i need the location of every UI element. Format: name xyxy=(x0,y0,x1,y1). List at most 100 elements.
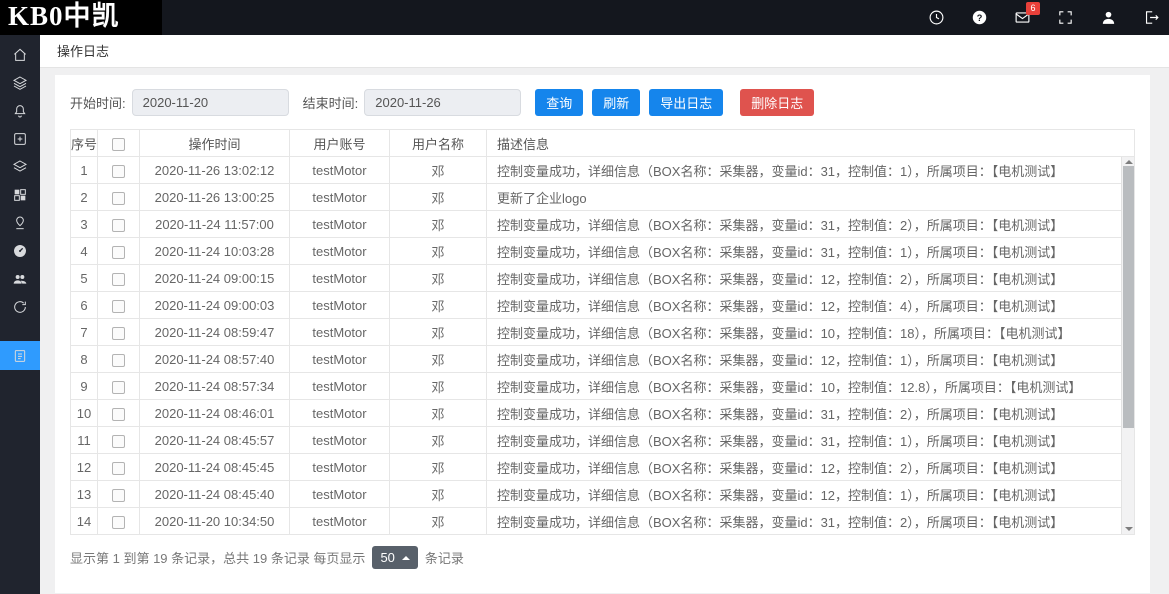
row-desc: 控制变量成功，详细信息（BOX名称：采集器，变量id：31，控制值：1），所属项… xyxy=(487,238,1135,265)
row-desc: 控制变量成功，详细信息（BOX名称：采集器，变量id：12，控制值：4），所属项… xyxy=(487,292,1135,319)
row-index: 3 xyxy=(71,211,98,238)
table-row: 9 2020-11-24 08:57:34 testMotor 邓 控制变量成功… xyxy=(71,373,1135,400)
page-title: 操作日志 xyxy=(57,44,109,59)
table-row: 11 2020-11-24 08:45:57 testMotor 邓 控制变量成… xyxy=(71,427,1135,454)
export-log-button[interactable]: 导出日志 xyxy=(649,89,723,116)
row-checkbox[interactable] xyxy=(112,435,125,448)
table-header-row: 序号 操作时间 用户账号 用户名称 描述信息 xyxy=(71,130,1135,157)
row-desc: 控制变量成功，详细信息（BOX名称：采集器，变量id：31，控制值：2），所属项… xyxy=(487,400,1135,427)
table-row: 4 2020-11-24 10:03:28 testMotor 邓 控制变量成功… xyxy=(71,238,1135,265)
col-time: 操作时间 xyxy=(140,130,290,157)
row-checkbox[interactable] xyxy=(112,246,125,259)
row-account: testMotor xyxy=(290,400,390,427)
sidebar-item-stack[interactable] xyxy=(0,153,40,181)
scroll-down-arrow[interactable] xyxy=(1125,527,1133,531)
refresh-button[interactable]: 刷新 xyxy=(592,89,640,116)
row-account: testMotor xyxy=(290,211,390,238)
row-name: 邓 xyxy=(390,211,487,238)
row-account: testMotor xyxy=(290,427,390,454)
pagination-summary: 显示第 1 到第 19 条记录，总共 19 条记录 每页显示 xyxy=(70,548,365,567)
page-size-dropdown[interactable]: 50 xyxy=(372,546,417,569)
row-index: 11 xyxy=(71,427,98,454)
sidebar-item-operation-log[interactable] xyxy=(0,341,40,370)
row-index: 4 xyxy=(71,238,98,265)
scrollbar-thumb[interactable] xyxy=(1123,166,1134,428)
fullscreen-icon[interactable] xyxy=(1055,8,1075,28)
row-time: 2020-11-24 09:00:03 xyxy=(140,292,290,319)
logout-icon[interactable] xyxy=(1141,8,1161,28)
sidebar-item-home[interactable] xyxy=(0,41,40,69)
sidebar-item-sync[interactable] xyxy=(0,293,40,321)
select-all-checkbox[interactable] xyxy=(112,138,125,151)
row-account: testMotor xyxy=(290,481,390,508)
row-checkbox[interactable] xyxy=(112,489,125,502)
mail-badge: 6 xyxy=(1026,2,1040,15)
start-time-input[interactable] xyxy=(132,89,289,116)
row-name: 邓 xyxy=(390,400,487,427)
caret-up-icon xyxy=(402,556,410,560)
delete-log-button[interactable]: 删除日志 xyxy=(740,89,814,116)
row-checkbox[interactable] xyxy=(112,516,125,529)
log-table: 序号 操作时间 用户账号 用户名称 描述信息 1 2020-11-26 13:0… xyxy=(70,129,1135,535)
row-index: 7 xyxy=(71,319,98,346)
row-checkbox[interactable] xyxy=(112,219,125,232)
table-row: 5 2020-11-24 09:00:15 testMotor 邓 控制变量成功… xyxy=(71,265,1135,292)
row-account: testMotor xyxy=(290,292,390,319)
breadcrumb: 操作日志 xyxy=(40,35,1169,68)
operation-log-panel: 开始时间: 结束时间: 查询 刷新 导出日志 删除日志 xyxy=(55,75,1150,593)
table-row: 1 2020-11-26 13:02:12 testMotor 邓 控制变量成功… xyxy=(71,157,1135,184)
pagination-bar: 显示第 1 到第 19 条记录，总共 19 条记录 每页显示 50 条记录 xyxy=(70,546,1135,569)
row-name: 邓 xyxy=(390,157,487,184)
page-size-value: 50 xyxy=(380,550,394,565)
start-time-label: 开始时间: xyxy=(70,93,126,112)
table-row: 12 2020-11-24 08:45:45 testMotor 邓 控制变量成… xyxy=(71,454,1135,481)
row-account: testMotor xyxy=(290,508,390,535)
svg-text:?: ? xyxy=(976,13,982,23)
row-name: 邓 xyxy=(390,319,487,346)
row-name: 邓 xyxy=(390,292,487,319)
scroll-up-arrow[interactable] xyxy=(1125,160,1133,164)
row-index: 14 xyxy=(71,508,98,535)
row-checkbox[interactable] xyxy=(112,327,125,340)
row-account: testMotor xyxy=(290,373,390,400)
log-table-wrap: 序号 操作时间 用户账号 用户名称 描述信息 1 2020-11-26 13:0… xyxy=(70,129,1135,535)
row-name: 邓 xyxy=(390,508,487,535)
row-desc: 控制变量成功，详细信息（BOX名称：采集器，变量id：12，控制值：1），所属项… xyxy=(487,346,1135,373)
row-index: 9 xyxy=(71,373,98,400)
row-time: 2020-11-24 08:59:47 xyxy=(140,319,290,346)
row-checkbox[interactable] xyxy=(112,273,125,286)
mail-icon[interactable]: 6 xyxy=(1012,8,1032,28)
user-icon[interactable] xyxy=(1098,8,1118,28)
sidebar-item-users[interactable] xyxy=(0,265,40,293)
pagination-suffix: 条记录 xyxy=(425,548,464,567)
sidebar-item-layers[interactable] xyxy=(0,69,40,97)
sidebar-item-bell[interactable] xyxy=(0,97,40,125)
sidebar-item-box-add[interactable] xyxy=(0,125,40,153)
grid-icon xyxy=(12,187,28,203)
row-checkbox[interactable] xyxy=(112,354,125,367)
row-checkbox[interactable] xyxy=(112,300,125,313)
row-index: 12 xyxy=(71,454,98,481)
query-button[interactable]: 查询 xyxy=(535,89,583,116)
col-index: 序号 xyxy=(71,130,98,157)
bell-icon xyxy=(12,103,28,119)
sidebar-item-grid[interactable] xyxy=(0,181,40,209)
row-time: 2020-11-24 08:57:34 xyxy=(140,373,290,400)
row-checkbox[interactable] xyxy=(112,462,125,475)
table-scrollbar[interactable] xyxy=(1121,157,1134,534)
row-time: 2020-11-24 08:45:45 xyxy=(140,454,290,481)
row-desc: 控制变量成功，详细信息（BOX名称：采集器，变量id：12，控制值：2），所属项… xyxy=(487,454,1135,481)
row-account: testMotor xyxy=(290,346,390,373)
sidebar-item-location-pin[interactable] xyxy=(0,209,40,237)
row-checkbox[interactable] xyxy=(112,165,125,178)
layers-icon xyxy=(12,75,28,91)
clock-icon[interactable] xyxy=(926,8,946,28)
row-checkbox[interactable] xyxy=(112,192,125,205)
help-icon[interactable]: ? xyxy=(969,8,989,28)
sidebar-item-gauge[interactable] xyxy=(0,237,40,265)
row-index: 5 xyxy=(71,265,98,292)
row-checkbox[interactable] xyxy=(112,381,125,394)
row-checkbox[interactable] xyxy=(112,408,125,421)
end-time-input[interactable] xyxy=(364,89,521,116)
users-icon xyxy=(12,271,28,287)
